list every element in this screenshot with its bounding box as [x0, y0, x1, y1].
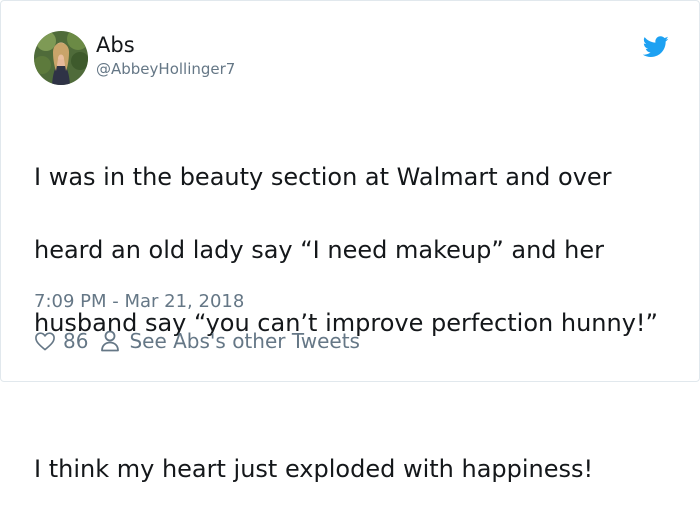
tweet-card: Abs @AbbeyHollinger7 I was in the beauty… — [0, 0, 700, 483]
user-handle[interactable]: @AbbeyHollinger7 — [96, 60, 235, 78]
other-tweets-link[interactable]: See Abs's other Tweets — [129, 329, 360, 353]
heart-icon[interactable] — [34, 331, 56, 351]
tweet-text-line: I think my heart just exploded with happ… — [34, 454, 594, 483]
tweet-timestamp[interactable]: 7:09 PM - Mar 21, 2018 — [34, 290, 244, 314]
avatar[interactable] — [34, 31, 88, 85]
avatar-photo — [34, 31, 88, 85]
like-count[interactable]: 86 — [63, 329, 88, 353]
display-name[interactable]: Abs — [96, 32, 135, 58]
tweet-text-line: heard an old lady say “I need makeup” an… — [34, 235, 605, 264]
tweet-actions: 86 See Abs's other Tweets — [34, 327, 360, 355]
twitter-bird-icon[interactable] — [642, 36, 669, 58]
person-icon[interactable] — [100, 330, 120, 352]
tweet-text-line: I was in the beauty section at Walmart a… — [34, 162, 612, 191]
tweet-text: I was in the beauty section at Walmart a… — [34, 122, 684, 524]
